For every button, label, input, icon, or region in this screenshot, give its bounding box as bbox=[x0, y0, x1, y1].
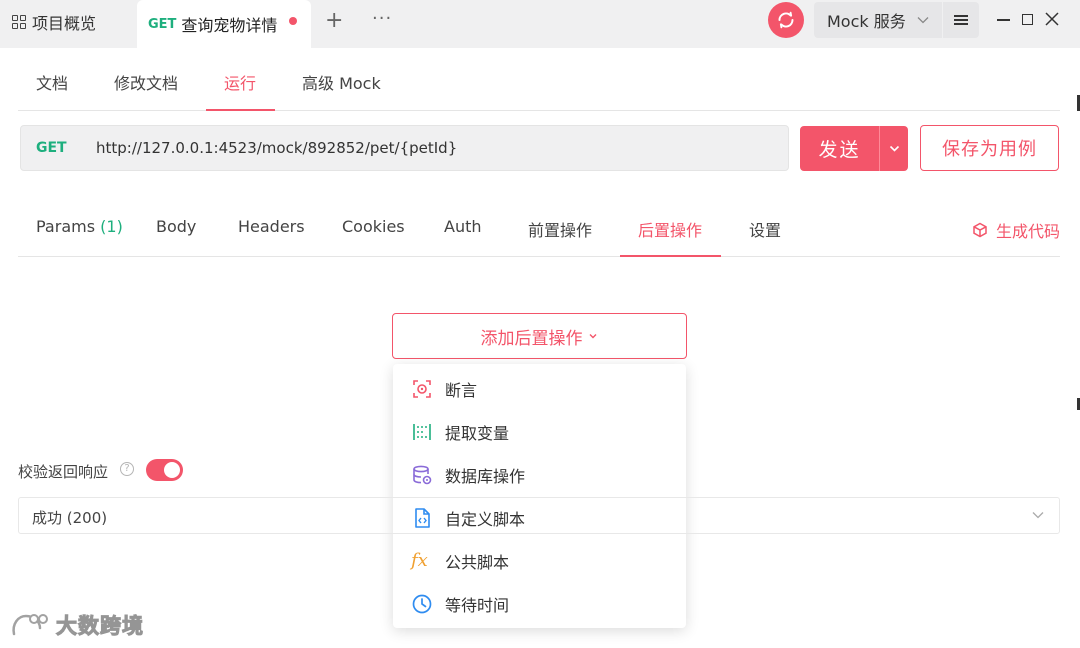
tab-advanced-mock[interactable]: 高级 Mock bbox=[302, 70, 381, 94]
tab-title: 查询宠物详情 bbox=[181, 16, 278, 35]
add-post-operation-label: 添加后置操作 bbox=[480, 328, 583, 349]
menu-item-label: 断言 bbox=[445, 380, 478, 400]
tab-cookies[interactable]: Cookies bbox=[342, 217, 405, 236]
menu-item-label: 等待时间 bbox=[445, 595, 510, 615]
tab-run[interactable]: 运行 bbox=[224, 70, 256, 94]
title-bar: 项目概览 GET 查询宠物详情 + ··· Mock 服务 bbox=[0, 0, 1080, 48]
tab-method-badge: GET bbox=[148, 16, 177, 32]
clock-icon bbox=[412, 594, 432, 614]
tab-edit-docs[interactable]: 修改文档 bbox=[114, 70, 178, 94]
tab-params-label: Params bbox=[36, 217, 96, 236]
menu-item-assertion[interactable]: 断言 bbox=[393, 367, 686, 410]
method-selector[interactable]: GET bbox=[36, 140, 67, 156]
fx-icon: fx bbox=[411, 550, 428, 571]
tab-project-overview[interactable]: 项目概览 bbox=[0, 0, 96, 44]
tab-docs[interactable]: 文档 bbox=[36, 70, 68, 94]
menu-item-label: 提取变量 bbox=[445, 423, 510, 443]
database-icon bbox=[413, 465, 432, 485]
validate-response-label: 校验返回响应 bbox=[18, 463, 109, 481]
validate-response-toggle[interactable] bbox=[146, 459, 183, 481]
send-button[interactable]: 发送 bbox=[800, 126, 879, 171]
add-post-operation-button[interactable]: 添加后置操作 bbox=[392, 313, 687, 359]
response-select[interactable]: 成功 (200) bbox=[18, 497, 1060, 534]
maximize-icon[interactable] bbox=[1022, 14, 1033, 25]
tab-query-pet-details[interactable]: GET 查询宠物详情 bbox=[137, 0, 311, 48]
tab-body[interactable]: Body bbox=[156, 217, 196, 236]
chevron-down-icon bbox=[889, 145, 900, 152]
menu-item-label: 数据库操作 bbox=[445, 466, 526, 486]
menu-item-label: 公共脚本 bbox=[445, 552, 510, 572]
unsaved-dot bbox=[289, 17, 297, 25]
active-tab-indicator bbox=[620, 255, 721, 257]
chevron-down-icon bbox=[589, 334, 596, 339]
sync-icon bbox=[778, 11, 794, 29]
save-as-case-button[interactable]: 保存为用例 bbox=[920, 125, 1059, 171]
tab-params[interactable]: Params (1) bbox=[36, 217, 123, 236]
tab-pre-operations[interactable]: 前置操作 bbox=[528, 217, 592, 241]
active-tab-indicator bbox=[206, 109, 275, 111]
response-select-value: 成功 (200) bbox=[32, 509, 108, 527]
mock-service-select[interactable]: Mock 服务 bbox=[814, 2, 942, 38]
chevron-down-icon bbox=[917, 17, 929, 24]
params-count-badge: (1) bbox=[100, 217, 123, 236]
assertion-icon bbox=[413, 380, 431, 398]
menu-item-database[interactable]: 数据库操作 bbox=[393, 453, 686, 496]
tab-settings[interactable]: 设置 bbox=[749, 217, 781, 241]
tab-headers[interactable]: Headers bbox=[238, 217, 305, 236]
watermark: 大数跨境 bbox=[10, 610, 144, 640]
tab-auth[interactable]: Auth bbox=[444, 217, 482, 236]
more-icon[interactable]: ··· bbox=[372, 8, 392, 29]
generate-code-button[interactable]: 生成代码 bbox=[972, 218, 1060, 242]
grid-icon bbox=[12, 15, 26, 29]
menu-item-extract-variable[interactable]: 提取变量 bbox=[393, 410, 686, 453]
minimize-icon[interactable] bbox=[997, 19, 1010, 21]
generate-code-label: 生成代码 bbox=[995, 222, 1060, 241]
extract-variable-icon bbox=[413, 424, 431, 440]
plus-icon[interactable]: + bbox=[325, 8, 343, 33]
code-cube-icon bbox=[973, 222, 987, 238]
menu-button[interactable] bbox=[943, 2, 979, 38]
sync-button[interactable] bbox=[768, 2, 804, 38]
watermark-text: 大数跨境 bbox=[56, 614, 144, 639]
chevron-down-icon bbox=[1032, 512, 1044, 519]
mock-service-label: Mock 服务 bbox=[827, 12, 906, 31]
tab-project-overview-label: 项目概览 bbox=[32, 14, 97, 33]
url-bar[interactable]: GET http://127.0.0.1:4523/mock/892852/pe… bbox=[20, 125, 789, 171]
url-input[interactable]: http://127.0.0.1:4523/mock/892852/pet/{p… bbox=[96, 139, 457, 157]
menu-item-wait-time[interactable]: 等待时间 bbox=[393, 582, 686, 625]
post-operation-menu: 断言 提取变量 数据库操作 自定义脚本 fx 公共脚本 等待时间 bbox=[393, 364, 686, 628]
watermark-logo-icon bbox=[12, 614, 48, 636]
help-icon[interactable]: ? bbox=[120, 462, 134, 476]
doc-tabs: 文档 修改文档 运行 高级 Mock bbox=[18, 48, 1060, 111]
menu-item-public-script[interactable]: fx 公共脚本 bbox=[393, 539, 686, 582]
request-tabs: Params (1) Body Headers Cookies Auth 前置操… bbox=[18, 198, 1060, 257]
tab-post-operations[interactable]: 后置操作 bbox=[638, 217, 702, 241]
close-icon[interactable] bbox=[1044, 11, 1060, 27]
send-dropdown-button[interactable] bbox=[879, 126, 908, 171]
